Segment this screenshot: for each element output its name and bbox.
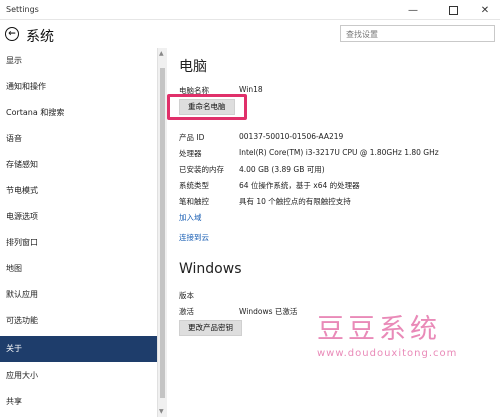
pc-name-value: Win18 <box>239 85 263 94</box>
pc-section-title: 电脑 <box>179 59 207 75</box>
close-icon: ✕ <box>480 4 490 16</box>
back-arrow-icon: ← <box>8 28 16 39</box>
app-header: ← 系统 查找设置 <box>0 20 500 48</box>
spec-value: Intel(R) Core(TM) i3-3217U CPU @ 1.80GHz… <box>239 148 439 157</box>
spec-label: 产品 ID <box>179 133 205 142</box>
back-button[interactable]: ← <box>5 27 19 41</box>
sidebar-item-default-apps[interactable]: 默认应用 <box>0 282 157 308</box>
spec-label: 笔和触控 <box>179 197 209 206</box>
watermark-title: 豆豆系统 <box>317 314 441 345</box>
edition-label: 版本 <box>179 291 194 300</box>
scroll-up-icon[interactable]: ▲ <box>159 50 164 57</box>
sidebar-scrollbar[interactable]: ▲ ▼ <box>157 48 167 417</box>
spec-label: 已安装的内存 <box>179 165 224 174</box>
sidebar-item-multitasking[interactable]: 排列窗口 <box>0 230 157 256</box>
watermark-url: www.doudouxitong.com <box>317 348 458 359</box>
windows-section-title: Windows <box>179 261 242 277</box>
spec-value: 00137-50010-01506-AA219 <box>239 132 344 141</box>
change-product-key-button[interactable]: 更改产品密钥 <box>179 320 242 336</box>
connect-cloud-link[interactable]: 连接到云 <box>179 232 209 243</box>
sidebar-item-app-sizes[interactable]: 应用大小 <box>0 363 157 389</box>
rename-pc-button[interactable]: 重命名电脑 <box>179 99 235 115</box>
spec-value: 具有 10 个触控点的有限触控支持 <box>239 197 351 206</box>
search-input[interactable]: 查找设置 <box>340 25 495 42</box>
scroll-down-icon[interactable]: ▼ <box>159 408 164 415</box>
sidebar-item-power[interactable]: 电源选项 <box>0 204 157 230</box>
activation-label: 激活 <box>179 307 194 316</box>
minimize-icon: — <box>408 4 418 16</box>
spec-label: 处理器 <box>179 149 202 158</box>
sidebar-item-maps[interactable]: 地图 <box>0 256 157 282</box>
scrollbar-thumb[interactable] <box>160 68 165 398</box>
maximize-button[interactable] <box>440 2 466 18</box>
spec-value: 64 位操作系统，基于 x64 的处理器 <box>239 181 360 190</box>
join-domain-link[interactable]: 加入域 <box>179 212 202 223</box>
sidebar-item-battery-saver[interactable]: 节电模式 <box>0 178 157 204</box>
maximize-icon <box>448 5 458 15</box>
sidebar-item-display[interactable]: 显示 <box>0 48 157 74</box>
spec-label: 系统类型 <box>179 181 209 190</box>
sidebar: 显示 通知和操作 Cortana 和搜索 语音 存储感知 节电模式 电源选项 排… <box>0 48 167 417</box>
sidebar-item-cortana[interactable]: Cortana 和搜索 <box>0 100 157 126</box>
about-panel: 电脑 电脑名称 Win18 重命名电脑 产品 ID 00137-50010-01… <box>167 48 500 417</box>
title-bar: Settings — ✕ <box>0 0 500 20</box>
search-placeholder: 查找设置 <box>346 30 378 39</box>
window-title: Settings <box>6 5 39 14</box>
sidebar-item-storage[interactable]: 存储感知 <box>0 152 157 178</box>
minimize-button[interactable]: — <box>400 2 426 18</box>
activation-value: Windows 已激活 <box>239 307 298 316</box>
spec-value: 4.00 GB (3.89 GB 可用) <box>239 165 325 174</box>
sidebar-item-speech[interactable]: 语音 <box>0 126 157 152</box>
close-button[interactable]: ✕ <box>472 2 498 18</box>
page-title: 系统 <box>26 29 54 45</box>
sidebar-item-share[interactable]: 共享 <box>0 389 157 415</box>
sidebar-item-notifications[interactable]: 通知和操作 <box>0 74 157 100</box>
watermark: 豆豆系统 www.doudouxitong.com <box>317 307 477 359</box>
sidebar-item-optional-features[interactable]: 可选功能 <box>0 308 157 334</box>
sidebar-item-about[interactable]: 关于 <box>0 336 157 362</box>
